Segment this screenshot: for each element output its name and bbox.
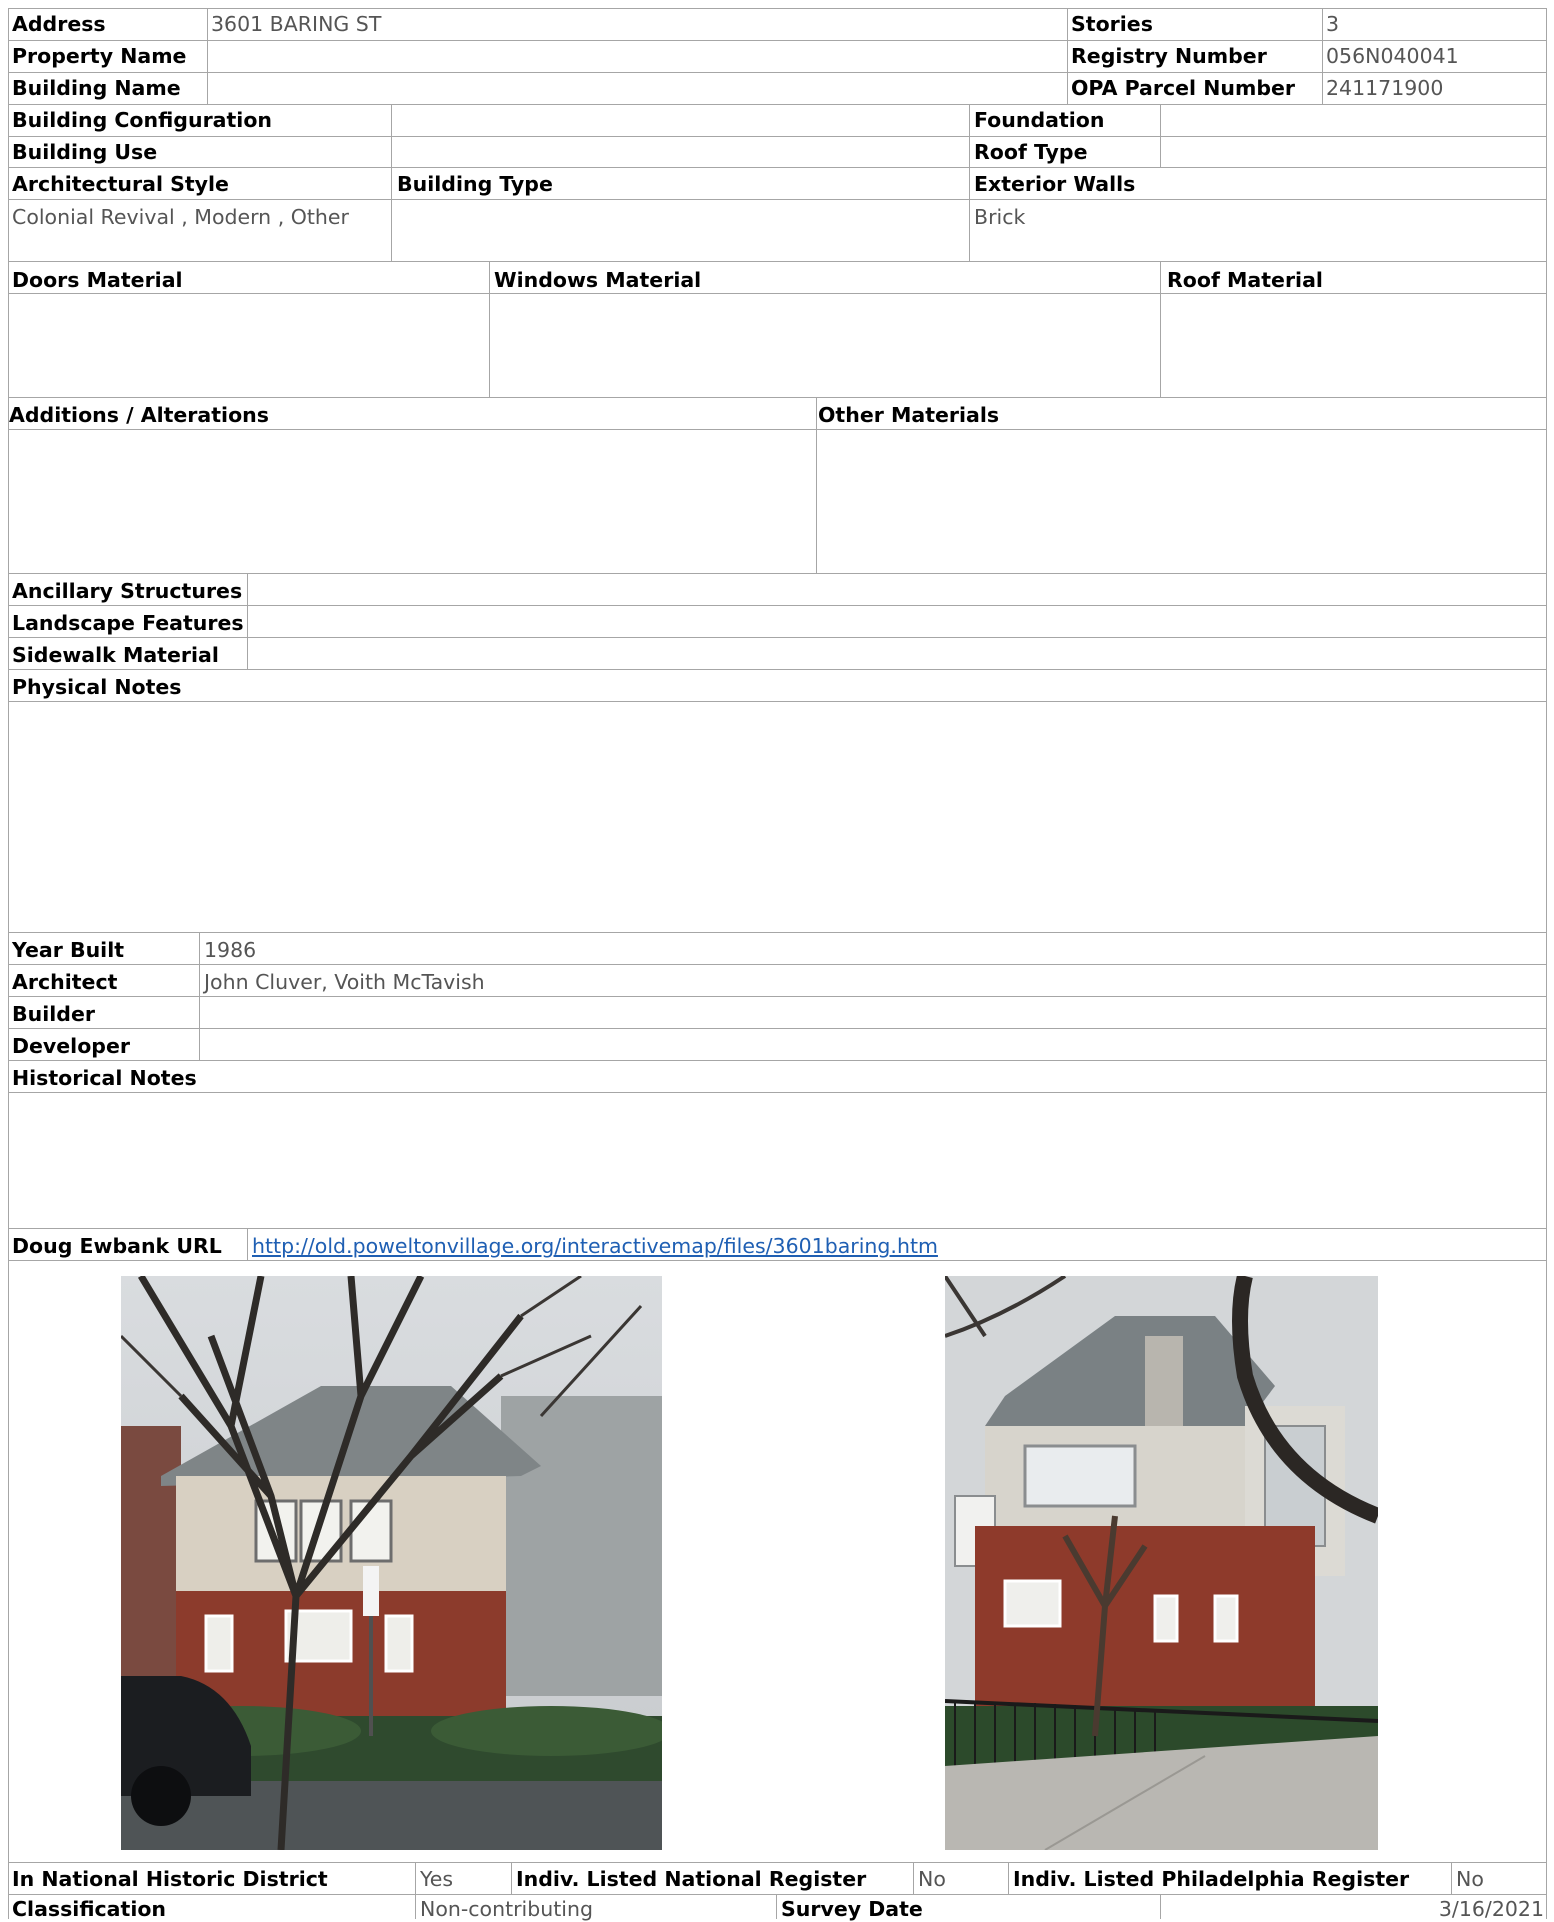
value-stories: 3 bbox=[1326, 12, 1340, 36]
label-in-national-historic-district: In National Historic District bbox=[12, 1867, 328, 1891]
value-year-built: 1986 bbox=[204, 938, 257, 962]
label-building-use: Building Use bbox=[12, 140, 158, 164]
label-ancillary-structures: Ancillary Structures bbox=[12, 579, 243, 603]
building-photo-left bbox=[121, 1276, 662, 1850]
label-architect: Architect bbox=[12, 970, 118, 994]
label-opa-parcel-number: OPA Parcel Number bbox=[1071, 76, 1296, 100]
label-exterior-walls: Exterior Walls bbox=[974, 172, 1136, 196]
label-roof-type: Roof Type bbox=[974, 140, 1088, 164]
label-property-name: Property Name bbox=[12, 44, 187, 68]
label-indiv-listed-philadelphia-register: Indiv. Listed Philadelphia Register bbox=[1013, 1867, 1410, 1891]
label-historical-notes: Historical Notes bbox=[12, 1066, 197, 1090]
label-survey-date: Survey Date bbox=[781, 1897, 923, 1921]
value-address: 3601 BARING ST bbox=[211, 12, 382, 36]
building-photo-right bbox=[945, 1276, 1378, 1850]
value-exterior-walls: Brick bbox=[974, 205, 1026, 229]
value-classification: Non-contributing bbox=[420, 1897, 593, 1921]
label-additions-alterations: Additions / Alterations bbox=[9, 403, 269, 427]
label-address: Address bbox=[12, 12, 106, 36]
label-indiv-listed-national-register: Indiv. Listed National Register bbox=[516, 1867, 867, 1891]
label-windows-material: Windows Material bbox=[494, 268, 702, 292]
property-survey-form: Address 3601 BARING ST Stories 3 Propert… bbox=[0, 0, 1554, 1921]
value-architectural-style: Colonial Revival , Modern , Other bbox=[12, 205, 349, 229]
label-developer: Developer bbox=[12, 1034, 130, 1058]
label-landscape-features: Landscape Features bbox=[12, 611, 244, 635]
label-stories: Stories bbox=[1071, 12, 1153, 36]
label-building-name: Building Name bbox=[12, 76, 181, 100]
value-survey-date: 3/16/2021 bbox=[1438, 1897, 1544, 1921]
value-architect: John Cluver, Voith McTavish bbox=[204, 970, 485, 994]
label-classification: Classification bbox=[12, 1897, 167, 1921]
label-other-materials: Other Materials bbox=[818, 403, 1000, 427]
label-foundation: Foundation bbox=[974, 108, 1105, 132]
value-indiv-listed-philadelphia-register: No bbox=[1456, 1867, 1484, 1891]
label-builder: Builder bbox=[12, 1002, 95, 1026]
value-indiv-listed-national-register: No bbox=[918, 1867, 946, 1891]
value-in-national-historic-district: Yes bbox=[420, 1867, 454, 1891]
label-architectural-style: Architectural Style bbox=[12, 172, 229, 196]
value-opa-parcel-number: 241171900 bbox=[1326, 76, 1444, 100]
label-doors-material: Doors Material bbox=[12, 268, 183, 292]
label-doug-ewbank-url: Doug Ewbank URL bbox=[12, 1234, 222, 1258]
value-registry-number: 056N040041 bbox=[1326, 44, 1459, 68]
label-year-built: Year Built bbox=[12, 938, 125, 962]
label-registry-number: Registry Number bbox=[1071, 44, 1267, 68]
label-physical-notes: Physical Notes bbox=[12, 675, 182, 699]
label-building-configuration: Building Configuration bbox=[12, 108, 273, 132]
doug-ewbank-link[interactable]: http://old.poweltonvillage.org/interacti… bbox=[252, 1233, 938, 1259]
label-roof-material: Roof Material bbox=[1167, 268, 1323, 292]
label-sidewalk-material: Sidewalk Material bbox=[12, 643, 219, 667]
label-building-type: Building Type bbox=[397, 172, 553, 196]
